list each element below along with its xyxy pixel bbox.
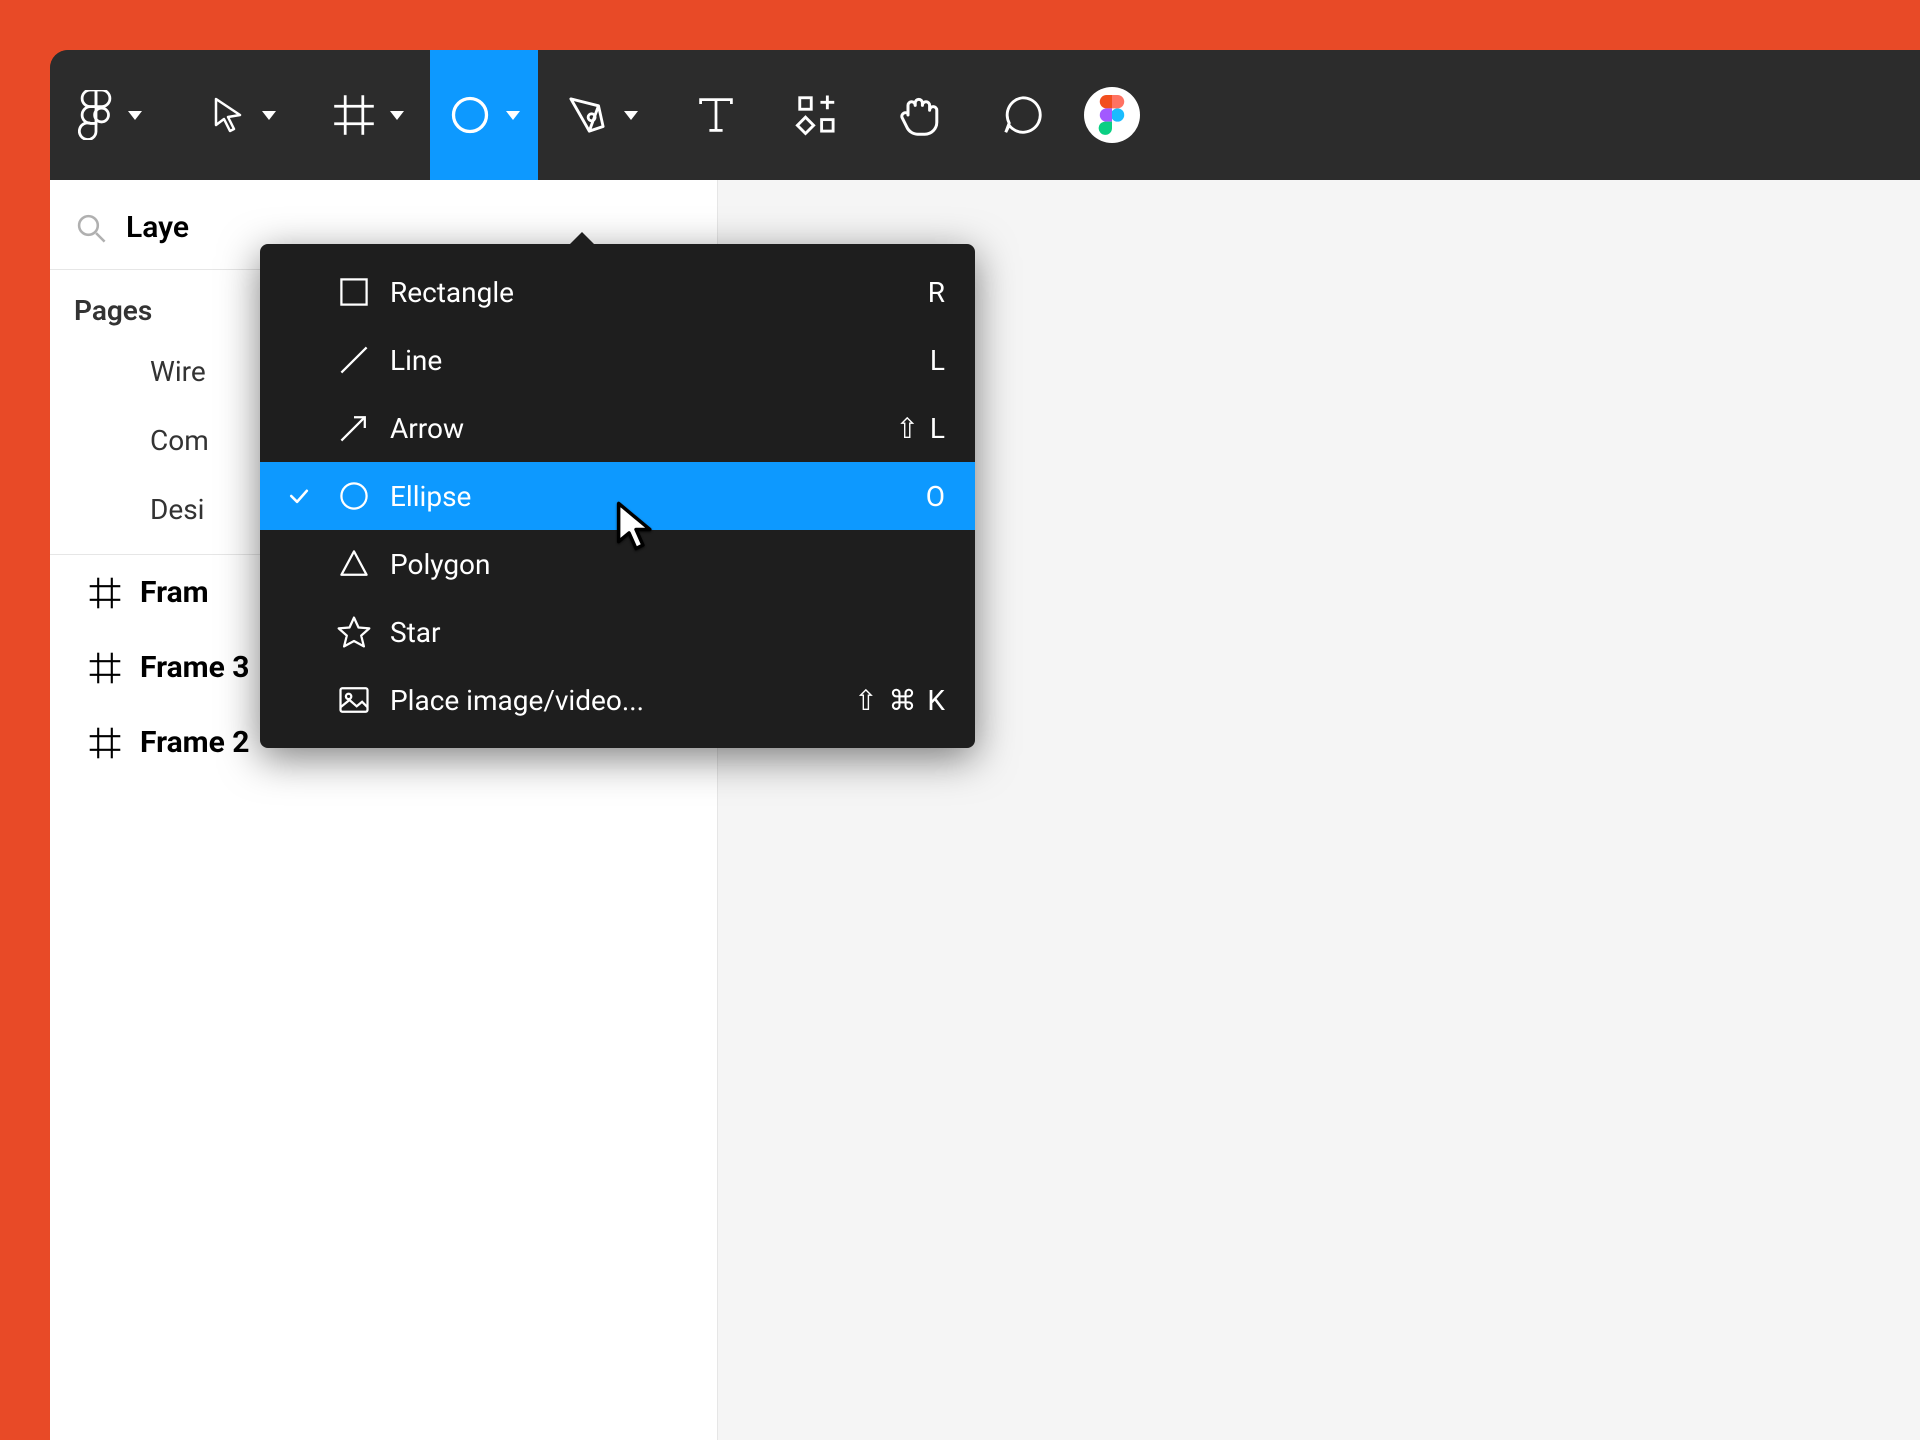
rectangle-icon [324,274,384,310]
resources-tool-button[interactable] [776,50,858,180]
menu-item-shortcut: R [928,276,947,309]
menu-item-star[interactable]: Star [260,598,975,666]
layer-label: Fram [140,575,209,610]
check-icon [274,483,324,509]
layer-label: Frame 2 [140,725,250,760]
frame-icon [88,726,122,760]
frame-tool-button[interactable] [314,50,422,180]
menu-item-place-image[interactable]: Place image/video... ⇧ ⌘ K [260,666,975,734]
figma-account-avatar[interactable] [1084,87,1140,143]
pen-icon [564,92,610,138]
comment-icon [1000,92,1046,138]
pen-tool-button[interactable] [546,50,656,180]
main-menu-button[interactable] [60,50,160,180]
chevron-down-icon [262,111,276,120]
comment-tool-button[interactable] [982,50,1064,180]
menu-item-rectangle[interactable]: Rectangle R [260,258,975,326]
menu-item-label: Place image/video... [384,684,854,717]
menu-item-line[interactable]: Line L [260,326,975,394]
chevron-down-icon [390,111,404,120]
search-icon[interactable] [74,211,108,245]
menu-item-shortcut: ⇧ L [896,412,948,445]
menu-item-shortcut: O [926,480,947,513]
frame-icon [88,576,122,610]
chevron-down-icon [128,111,142,120]
menu-item-label: Arrow [384,412,896,445]
shape-tool-dropdown: Rectangle R Line L Arrow ⇧ L [260,244,975,748]
frame-icon [88,651,122,685]
toolbar [50,50,1920,180]
menu-item-label: Rectangle [384,276,928,309]
move-tool-button[interactable] [190,50,294,180]
app-window: Laye Pages Wire Com Desi Fram Frame 3 [50,50,1920,1440]
menu-item-label: Line [384,344,930,377]
menu-item-shortcut: ⇧ ⌘ K [854,684,947,717]
hand-icon [896,91,944,139]
shape-tool-button[interactable] [430,50,538,180]
figma-logo-icon [78,90,114,140]
layers-tab[interactable]: Laye [126,210,189,245]
mouse-cursor [614,500,658,552]
pointer-icon [208,95,248,135]
hand-tool-button[interactable] [878,50,962,180]
chevron-down-icon [624,111,638,120]
ellipse-icon [448,93,492,137]
text-tool-button[interactable] [676,50,756,180]
line-icon [324,342,384,378]
frame-icon [332,93,376,137]
menu-item-shortcut: L [930,344,947,377]
image-icon [324,682,384,718]
layer-label: Frame 3 [140,650,250,685]
ellipse-icon [324,478,384,514]
menu-item-arrow[interactable]: Arrow ⇧ L [260,394,975,462]
menu-item-label: Star [384,616,947,649]
menu-item-label: Polygon [384,548,947,581]
figma-color-logo-icon [1098,95,1126,135]
arrow-icon [324,410,384,446]
polygon-icon [324,546,384,582]
resources-icon [794,92,840,138]
text-icon [694,93,738,137]
star-icon [324,614,384,650]
chevron-down-icon [506,111,520,120]
